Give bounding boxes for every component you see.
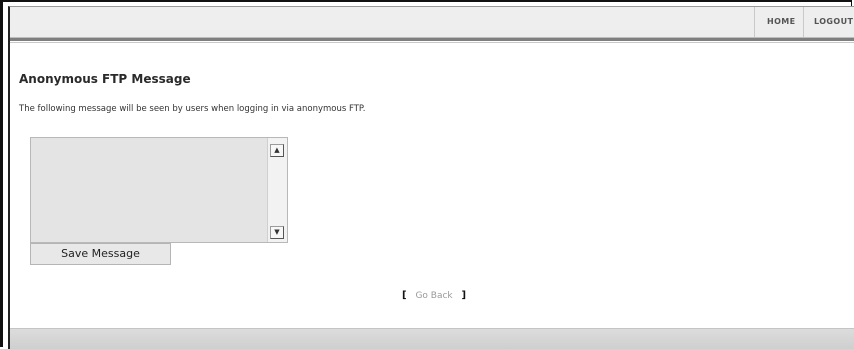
message-textarea[interactable]: ▲ ▼ [30, 137, 288, 243]
scroll-down-icon[interactable]: ▼ [270, 226, 284, 239]
page-title: Anonymous FTP Message [19, 72, 191, 86]
bracket-left: [ [402, 290, 407, 301]
page-description: The following message will be seen by us… [19, 104, 366, 114]
bracket-right: ] [461, 290, 467, 301]
page-container: HOME LOGOUT Anonymous FTP Message The fo… [8, 6, 854, 349]
header-divider-light [10, 42, 854, 43]
go-back-link[interactable]: Go Back [415, 291, 452, 301]
nav-logout-link[interactable]: LOGOUT [803, 7, 854, 37]
textarea-scrollbar[interactable]: ▲ ▼ [267, 138, 287, 242]
header-divider [10, 38, 854, 41]
scroll-up-icon[interactable]: ▲ [270, 144, 284, 157]
top-nav-bar: HOME LOGOUT [10, 7, 854, 38]
go-back-container: [ Go Back ] [402, 290, 466, 301]
save-message-button[interactable]: Save Message [30, 243, 171, 265]
top-nav: HOME LOGOUT [754, 7, 854, 37]
page-footer [10, 328, 854, 349]
nav-home-link[interactable]: HOME [754, 7, 803, 37]
